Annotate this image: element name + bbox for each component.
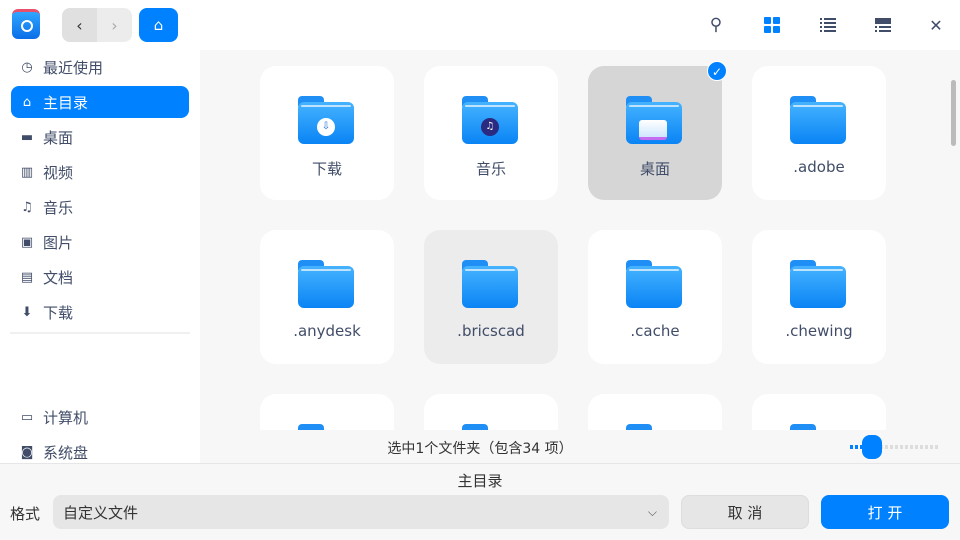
- sidebar-item-label: 下载: [43, 303, 74, 322]
- folder-item[interactable]: [752, 394, 886, 430]
- folder-name: .bricscad: [457, 322, 525, 340]
- system-disk-icon: ◙: [20, 444, 34, 460]
- folder-name: 桌面: [639, 160, 670, 178]
- download-icon: ⬇: [21, 304, 33, 320]
- home-icon: ⌂: [153, 16, 164, 34]
- sidebar-item-label: 系统盘: [43, 443, 89, 462]
- folder-icon: [790, 96, 846, 144]
- sidebar-item-label: 桌面: [43, 128, 74, 147]
- folder-item[interactable]: .chewing: [752, 230, 886, 364]
- folder-name: .adobe: [793, 158, 845, 176]
- home-breadcrumb-button[interactable]: ⌂: [139, 8, 178, 42]
- app-logo-icon: [12, 9, 40, 39]
- sidebar-item-label: 图片: [43, 233, 74, 252]
- desktop-icon: ▬: [20, 129, 34, 145]
- image-icon: ▣: [20, 234, 34, 250]
- folder-item[interactable]: ♫ 音乐: [424, 66, 558, 200]
- format-value: 自定义文件: [63, 503, 139, 522]
- list-view-button[interactable]: [817, 14, 839, 36]
- film-icon: ▥: [20, 164, 34, 180]
- computer-icon: ▭: [20, 409, 34, 425]
- close-icon[interactable]: ✕: [925, 14, 947, 36]
- icon-size-slider[interactable]: [850, 435, 940, 459]
- sidebar-item-label: 文档: [43, 268, 74, 287]
- sidebar-item[interactable]: ▭ 计算机: [11, 401, 189, 433]
- sidebar-item[interactable]: ◷ 最近使用: [11, 51, 189, 83]
- music-icon: ♫: [21, 199, 33, 215]
- sidebar-item[interactable]: ♫ 音乐: [11, 191, 189, 223]
- sidebar-item[interactable]: ⬇ 下载: [11, 296, 189, 328]
- folder-icon: [626, 96, 682, 144]
- folder-icon: ⇩: [298, 96, 354, 144]
- sidebar-item[interactable]: ◙ 系统盘: [11, 436, 189, 463]
- chevron-down-icon: ⌵: [647, 504, 657, 519]
- titlebar: ‹ › ⌂ ⚲ ✕: [0, 0, 960, 50]
- folder-name: 下载: [311, 160, 342, 178]
- status-bar: 选中1个文件夹（包含34 项）: [200, 430, 960, 463]
- sidebar-item-label: 最近使用: [43, 58, 104, 77]
- folder-item[interactable]: .bricscad: [424, 230, 558, 364]
- sidebar-divider: [10, 332, 190, 334]
- folder-item[interactable]: [424, 394, 558, 430]
- sidebar-item-label: 视频: [43, 163, 74, 182]
- sidebar: ◷最近使用⌂主目录▬桌面▥视频♫音乐▣图片▤文档⬇下载▭计算机◙系统盘▆500 …: [0, 50, 200, 463]
- back-button[interactable]: ‹: [62, 8, 97, 42]
- checkmark-icon: ✓: [707, 61, 727, 81]
- scrollbar[interactable]: [951, 80, 956, 146]
- slider-handle[interactable]: [861, 435, 882, 459]
- folder-icon: [790, 260, 846, 308]
- folder-item[interactable]: [260, 394, 394, 430]
- folder-icon: ♫: [462, 96, 518, 144]
- format-label: 格式: [10, 505, 41, 523]
- current-directory: 主目录: [457, 472, 503, 490]
- cancel-button[interactable]: 取 消: [681, 495, 809, 529]
- folder-icon: [462, 260, 518, 308]
- clock-icon: ◷: [21, 59, 33, 75]
- folder-icon: [626, 260, 682, 308]
- sidebar-item-label: 主目录: [43, 93, 89, 112]
- sidebar-item[interactable]: ▤ 文档: [11, 261, 189, 293]
- sidebar-item-label: 计算机: [43, 408, 89, 427]
- navigation-buttons: ‹ ›: [62, 8, 132, 42]
- open-button[interactable]: 打 开: [821, 495, 949, 529]
- folder-item[interactable]: 桌面 ✓: [588, 61, 727, 200]
- sidebar-item[interactable]: ▣ 图片: [11, 226, 189, 258]
- folder-icon: [298, 260, 354, 308]
- detail-view-button[interactable]: [872, 14, 894, 36]
- folder-item[interactable]: [588, 394, 722, 430]
- sidebar-item-label: 音乐: [43, 198, 74, 217]
- search-icon[interactable]: ⚲: [705, 14, 727, 36]
- dialog-footer: 主目录 格式 自定义文件 ⌵ 取 消 打 开: [0, 463, 960, 540]
- sidebar-item[interactable]: ▬ 桌面: [11, 121, 189, 153]
- folder-item[interactable]: .cache: [588, 230, 722, 364]
- sidebar-item[interactable]: ▥ 视频: [11, 156, 189, 188]
- format-select[interactable]: 自定义文件 ⌵: [53, 495, 669, 529]
- icon-view-button[interactable]: [761, 14, 783, 36]
- folder-name: .cache: [630, 322, 680, 340]
- forward-button[interactable]: ›: [97, 8, 132, 42]
- home-icon: ⌂: [22, 94, 32, 110]
- folder-item[interactable]: .anydesk: [260, 230, 394, 364]
- folder-name: .chewing: [785, 322, 853, 340]
- document-icon: ▤: [20, 269, 34, 285]
- folder-item[interactable]: .adobe: [752, 66, 886, 200]
- folder-name: 音乐: [475, 160, 506, 178]
- folder-name: .anydesk: [293, 322, 361, 340]
- file-grid: ⇩ 下载 ♫ 音乐 桌面 ✓ .adobe .anydesk .bricscad .cache .c…: [200, 50, 960, 430]
- selection-status: 选中1个文件夹（包含34 项）: [387, 441, 573, 457]
- sidebar-item[interactable]: ⌂ 主目录: [11, 86, 189, 118]
- folder-item[interactable]: ⇩ 下载: [260, 66, 394, 200]
